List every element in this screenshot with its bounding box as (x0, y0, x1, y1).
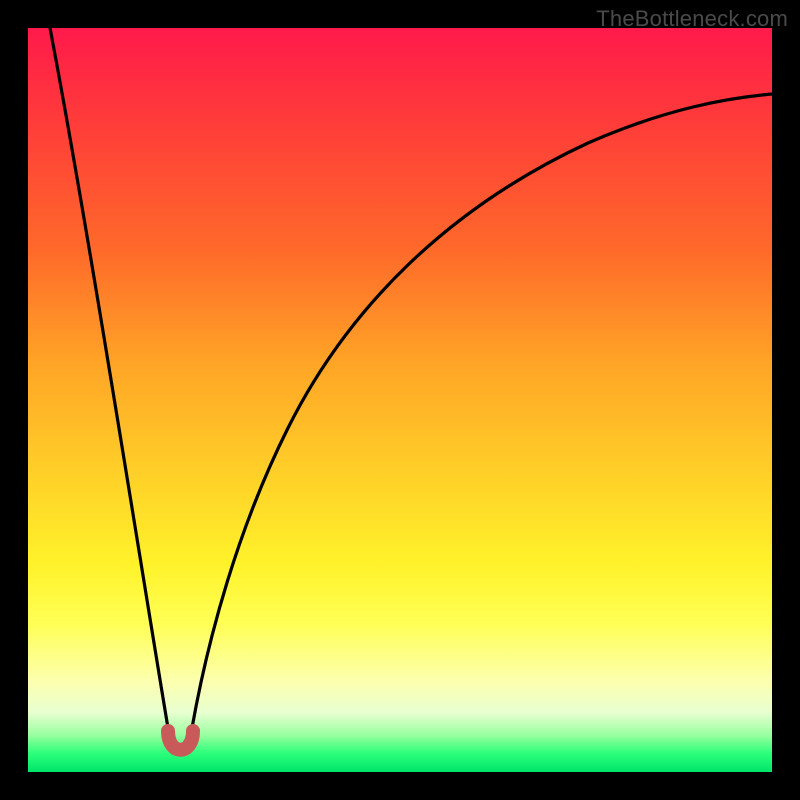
watermark-text: TheBottleneck.com (596, 6, 788, 32)
plot-area (28, 28, 772, 772)
curve-right-branch (192, 94, 772, 728)
outer-frame: TheBottleneck.com (0, 0, 800, 800)
optimal-marker (168, 731, 193, 750)
bottleneck-curve (28, 28, 772, 772)
curve-left-branch (50, 28, 192, 752)
